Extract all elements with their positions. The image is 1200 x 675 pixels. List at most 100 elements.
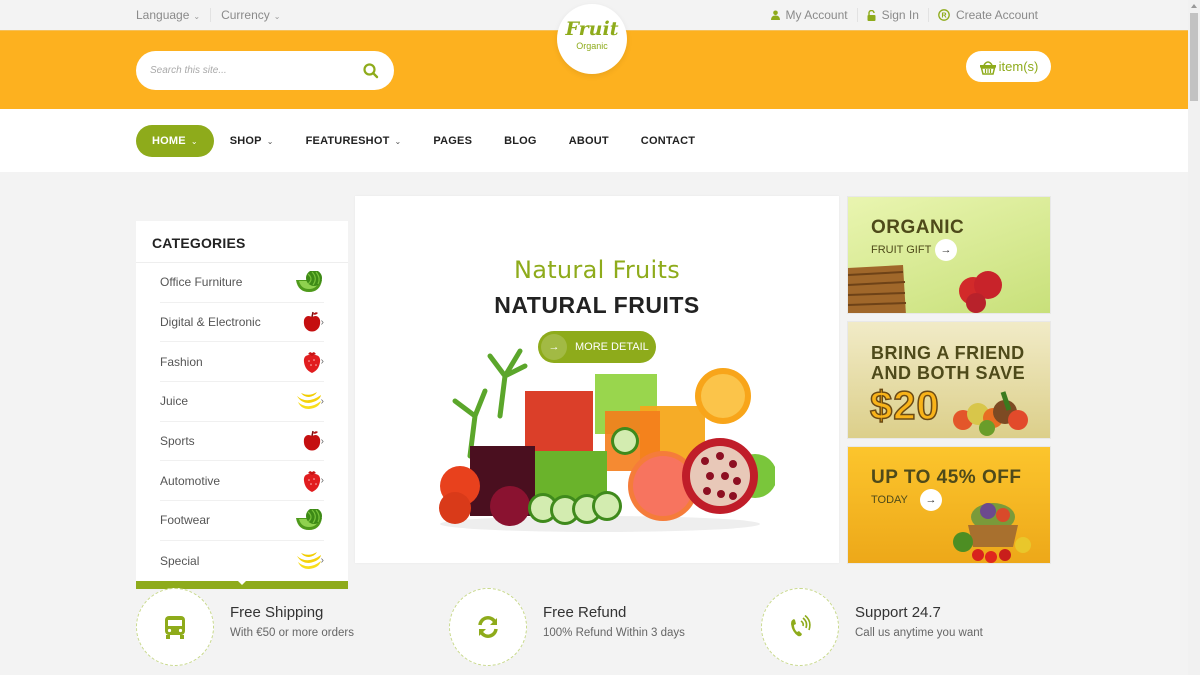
- service-icon-circle: [136, 588, 214, 666]
- create-account-link[interactable]: R Create Account: [938, 8, 1038, 22]
- sign-in-link[interactable]: Sign In: [867, 8, 919, 22]
- service-title: Free Refund: [543, 603, 627, 621]
- currency-label: Currency: [221, 8, 270, 22]
- chevron-down-icon: ⌄: [193, 12, 201, 21]
- site-logo[interactable]: Fruit Organic: [557, 4, 627, 74]
- nav-item-home[interactable]: HOME ⌄: [136, 125, 214, 157]
- watermelon-icon: [296, 509, 322, 531]
- category-label: Fashion: [160, 354, 203, 369]
- search-button[interactable]: [362, 62, 380, 80]
- service-description: 100% Refund Within 3 days: [543, 626, 685, 639]
- phone-icon: [791, 615, 811, 637]
- scroll-up-arrow-icon[interactable]: [1191, 4, 1197, 8]
- cart-label: item(s): [998, 59, 1039, 74]
- create-account-label: Create Account: [955, 8, 1038, 22]
- nav-label: FEATURESHOT: [305, 135, 390, 147]
- my-account-link[interactable]: My Account: [770, 8, 848, 22]
- caret-down-icon: [238, 581, 246, 585]
- promo-amount: $20: [869, 383, 940, 429]
- basket-pomegranate-image: [848, 265, 1002, 313]
- nav-label: BLOG: [504, 135, 537, 147]
- search-box: [136, 51, 394, 90]
- category-label: Special: [160, 553, 200, 568]
- arrow-right-icon: →: [541, 334, 567, 360]
- category-label: Office Furniture: [160, 275, 243, 290]
- basket-icon: [979, 60, 996, 75]
- more-detail-label: MORE DETAIL: [575, 341, 649, 353]
- promo-banner-referral[interactable]: BRING A FRIEND AND BOTH SAVE $20: [847, 321, 1051, 439]
- nav-item-about[interactable]: ABOUT: [569, 125, 609, 157]
- scrollbar-thumb[interactable]: [1190, 13, 1198, 101]
- promo-heading: UP TO 45% OFF: [871, 467, 1022, 488]
- divider: [856, 8, 858, 22]
- registered-icon: R: [938, 9, 950, 21]
- category-item[interactable]: Sports ›: [160, 422, 324, 462]
- service-description: Call us anytime you want: [855, 626, 983, 639]
- refresh-icon: [478, 616, 498, 638]
- service-title: Free Shipping: [230, 603, 324, 621]
- banana-icon: [296, 551, 321, 569]
- service-free-refund: Free Refund 100% Refund Within 3 days: [449, 588, 685, 666]
- logo-title: Fruit: [565, 18, 619, 40]
- strawberry-icon: [303, 470, 320, 492]
- category-label: Juice: [160, 394, 189, 409]
- promo-heading: ORGANIC: [871, 217, 965, 238]
- promo-heading-line1: BRING A FRIEND: [871, 343, 1025, 363]
- more-detail-button[interactable]: → MORE DETAIL: [538, 331, 656, 363]
- promo-heading-line2: AND BOTH SAVE: [871, 363, 1026, 383]
- service-icon-circle: [761, 588, 839, 666]
- service-icon-circle: [449, 588, 527, 666]
- nav-label: CONTACT: [640, 135, 696, 147]
- juice-fruits-image: [439, 348, 775, 532]
- chevron-down-icon: ⌄: [190, 136, 198, 146]
- chevron-right-icon: ›: [320, 356, 324, 368]
- chevron-right-icon: ›: [320, 555, 324, 567]
- chevron-down-icon: ⌄: [394, 136, 402, 146]
- category-item[interactable]: Footwear: [160, 501, 324, 541]
- category-item[interactable]: Special ›: [160, 541, 324, 581]
- nav-label: HOME: [152, 135, 186, 147]
- promo-banner-discount[interactable]: UP TO 45% OFF TODAY →: [847, 446, 1051, 564]
- category-item[interactable]: Digital & Electronic ›: [160, 303, 324, 343]
- user-icon: [770, 10, 780, 20]
- logo-subtitle: Organic: [576, 41, 608, 51]
- chevron-right-icon: ›: [320, 395, 324, 407]
- category-label: Footwear: [160, 513, 211, 528]
- language-selector[interactable]: Language ⌄: [136, 8, 200, 22]
- search-icon: [363, 63, 379, 79]
- nav-label: SHOP: [229, 135, 262, 147]
- nav-item-featureshot[interactable]: FEATURESHOT ⌄: [306, 125, 402, 157]
- category-item[interactable]: Office Furniture: [160, 263, 324, 303]
- unlock-icon: [867, 9, 876, 21]
- currency-selector[interactable]: Currency ⌄: [221, 8, 280, 22]
- chevron-right-icon: ›: [320, 435, 324, 447]
- hero-slider: Natural Fruits NATURAL FRUITS → MORE DET…: [355, 196, 839, 563]
- divider: [927, 8, 929, 22]
- language-label: Language: [136, 8, 190, 22]
- sign-in-label: Sign In: [881, 8, 919, 22]
- category-item[interactable]: Fashion ›: [160, 342, 324, 383]
- arrow-right-icon[interactable]: →: [935, 239, 957, 261]
- page-scrollbar[interactable]: [1188, 0, 1200, 675]
- category-item[interactable]: Juice ›: [160, 382, 324, 422]
- category-item[interactable]: Automotive ›: [160, 461, 324, 502]
- divider: [210, 8, 212, 22]
- chevron-down-icon: ⌄: [273, 12, 281, 21]
- vegetable-basket-image: [953, 503, 1031, 563]
- slider-subtitle: Natural Fruits: [513, 256, 681, 284]
- nav-item-blog[interactable]: BLOG: [504, 125, 537, 157]
- nav-item-pages[interactable]: PAGES: [433, 125, 472, 157]
- fruit-pile-image: [953, 391, 1028, 436]
- categories-panel: CATEGORIES Office Furniture Digital & El…: [136, 221, 348, 589]
- category-label: Sports: [160, 434, 195, 449]
- chevron-down-icon: ⌄: [266, 136, 274, 146]
- apple-icon: [303, 311, 320, 332]
- nav-item-shop[interactable]: SHOP ⌄: [230, 125, 274, 157]
- nav-item-contact[interactable]: CONTACT: [641, 125, 695, 157]
- arrow-right-icon[interactable]: →: [920, 489, 942, 511]
- cart-button[interactable]: item(s): [966, 51, 1051, 82]
- categories-title: CATEGORIES: [136, 221, 348, 263]
- slider-title: NATURAL FRUITS: [494, 292, 700, 318]
- promo-banner-organic[interactable]: ORGANIC FRUIT GIFT →: [847, 196, 1051, 314]
- search-input[interactable]: [150, 51, 350, 90]
